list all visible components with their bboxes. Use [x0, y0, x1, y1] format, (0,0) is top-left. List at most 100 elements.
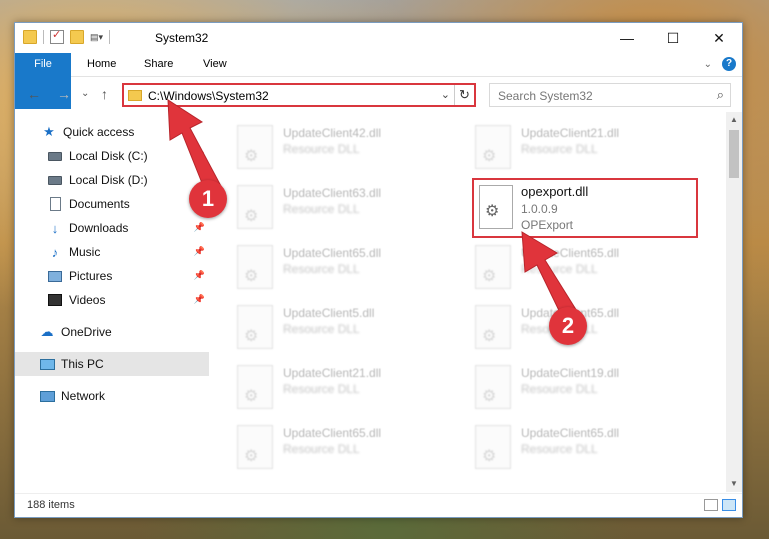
scroll-thumb[interactable] [729, 130, 739, 178]
file-item[interactable]: ⚙ UpdateClient65.dll Resource DLL [215, 240, 445, 296]
file-name: UpdateClient21.dll [521, 126, 620, 140]
file-type: Resource DLL [283, 442, 360, 456]
sidebar-item-local-disk-d[interactable]: Local Disk (D:) [15, 168, 209, 192]
address-dropdown-icon[interactable]: ⌄ [441, 88, 450, 101]
sidebar-item-label: OneDrive [61, 325, 112, 339]
dll-file-icon: ⚙ [237, 245, 273, 289]
help-icon[interactable]: ? [722, 57, 736, 71]
sidebar-item-quick-access[interactable]: ★ Quick access [15, 120, 209, 144]
folder-icon[interactable] [23, 30, 37, 44]
item-count: 188 items [27, 499, 75, 511]
annotation-marker-2: 2 [549, 307, 587, 345]
search-input[interactable]: Search System32 ⌕ [489, 83, 731, 107]
pin-icon: 📌 [193, 246, 205, 256]
dll-file-icon: ⚙ [475, 365, 511, 409]
sidebar-item-network[interactable]: Network [15, 384, 209, 408]
sidebar-item-label: Downloads [69, 221, 129, 235]
properties-icon[interactable] [50, 28, 64, 44]
customize-toolbar-icon[interactable]: ▤▾ [90, 32, 103, 43]
tab-home[interactable]: Home [73, 53, 130, 76]
file-type: Resource DLL [283, 262, 360, 276]
sidebar-item-label: Local Disk (C:) [69, 149, 148, 163]
videos-icon [47, 292, 63, 308]
ribbon-tabs: File Home Share View ⌄ ? [15, 53, 742, 109]
file-name: UpdateClient65.dll [283, 246, 382, 260]
sidebar-item-onedrive[interactable]: ☁ OneDrive [15, 320, 209, 344]
sidebar-item-local-disk-c[interactable]: Local Disk (C:) 📌 [15, 144, 209, 168]
file-item[interactable]: ⚙ UpdateClient65.dll Resource DLL [453, 420, 683, 476]
pin-icon: 📌 [193, 150, 205, 160]
refresh-icon[interactable]: ↻ [454, 85, 474, 105]
dll-file-icon: ⚙ [237, 305, 273, 349]
close-button[interactable]: ✕ [696, 23, 742, 53]
minimize-button[interactable]: — [604, 23, 650, 53]
download-icon: ↓ [51, 220, 59, 236]
sidebar-item-label: Documents [69, 197, 130, 211]
search-icon[interactable]: ⌕ [717, 87, 724, 103]
dll-file-icon: ⚙ [475, 125, 511, 169]
sidebar-item-label: Local Disk (D:) [69, 173, 148, 187]
back-arrow-icon[interactable]: ← [27, 86, 41, 102]
sidebar-item-label: Quick access [63, 125, 135, 139]
dll-file-icon: ⚙ [475, 245, 511, 289]
navigation-bar: ← → ⌄ ↑ C:\Windows\System32 ⌄ ↻ Search S… [15, 78, 742, 112]
sidebar-item-label: This PC [61, 357, 104, 371]
status-bar: 188 items [15, 493, 742, 517]
scroll-down-icon[interactable]: ▼ [726, 476, 742, 492]
file-type: Resource DLL [521, 382, 598, 396]
file-item[interactable]: ⚙ UpdateClient21.dll Resource DLL [453, 120, 683, 176]
details-view-icon[interactable] [704, 499, 718, 511]
document-icon [47, 196, 63, 212]
dll-file-icon: ⚙ [475, 305, 511, 349]
file-name: UpdateClient65.dll [283, 426, 382, 440]
maximize-button[interactable]: ☐ [650, 23, 696, 53]
file-item[interactable]: ⚙ UpdateClient21.dll Resource DLL [215, 360, 445, 416]
explorer-window: ▤▾ System32 — ☐ ✕ File Home Share View ⌄… [14, 22, 743, 518]
address-bar[interactable]: C:\Windows\System32 ⌄ ↻ [122, 83, 476, 107]
tab-share[interactable]: Share [130, 53, 187, 76]
scroll-up-icon[interactable]: ▲ [726, 112, 742, 128]
dll-file-icon: ⚙ [237, 425, 273, 469]
file-type: Resource DLL [521, 442, 598, 456]
drive-icon [47, 148, 63, 164]
file-item[interactable]: ⚙ UpdateClient5.dll Resource DLL [215, 300, 445, 356]
sidebar-item-music[interactable]: ♪ Music 📌 [15, 240, 209, 264]
pictures-icon [47, 268, 63, 284]
view-toggle [704, 499, 736, 511]
forward-arrow-icon[interactable]: → [57, 86, 71, 102]
file-item[interactable]: ⚙ UpdateClient65.dll Resource DLL [215, 420, 445, 476]
sidebar-item-label: Network [61, 389, 106, 403]
file-name: UpdateClient42.dll [283, 126, 382, 140]
up-arrow-icon[interactable]: ↑ [101, 86, 108, 102]
dll-file-icon: ⚙ [237, 365, 273, 409]
file-item[interactable]: ⚙ UpdateClient42.dll Resource DLL [215, 120, 445, 176]
music-icon: ♪ [51, 244, 59, 260]
expand-ribbon-icon[interactable]: ⌄ [704, 59, 712, 70]
file-item[interactable]: ⚙ UpdateClient63.dll Resource DLL [215, 180, 445, 236]
navigation-pane: ★ Quick access Local Disk (C:) 📌 Local D… [15, 112, 209, 492]
sidebar-item-label: Videos [69, 293, 106, 307]
sidebar-item-downloads[interactable]: ↓ Downloads 📌 [15, 216, 209, 240]
cloud-icon: ☁ [40, 324, 54, 339]
file-type: Resource DLL [521, 142, 598, 156]
large-icons-view-icon[interactable] [722, 499, 736, 511]
file-item[interactable]: ⚙ UpdateClient19.dll Resource DLL [453, 360, 683, 416]
sidebar-item-documents[interactable]: Documents 📌 [15, 192, 209, 216]
file-item[interactable]: ⚙ UpdateClient65.dll Resource DLL [453, 240, 683, 296]
sidebar-item-pictures[interactable]: Pictures 📌 [15, 264, 209, 288]
address-path[interactable]: C:\Windows\System32 [148, 89, 269, 103]
file-name: UpdateClient5.dll [283, 306, 375, 320]
window-title: System32 [155, 31, 209, 45]
tab-view[interactable]: View [189, 53, 241, 76]
dll-file-icon: ⚙ [237, 185, 273, 229]
pin-icon: 📌 [193, 294, 205, 304]
pin-icon: 📌 [193, 222, 205, 232]
sidebar-item-this-pc[interactable]: This PC [15, 352, 209, 376]
file-name: UpdateClient65.dll [521, 426, 620, 440]
recent-locations-icon[interactable]: ⌄ [81, 88, 89, 99]
toolbar-divider [109, 30, 111, 44]
sidebar-item-videos[interactable]: Videos 📌 [15, 288, 209, 312]
pin-icon: 📌 [193, 270, 205, 280]
new-folder-icon[interactable] [70, 30, 84, 44]
vertical-scrollbar[interactable]: ▲ ▼ [726, 112, 742, 492]
